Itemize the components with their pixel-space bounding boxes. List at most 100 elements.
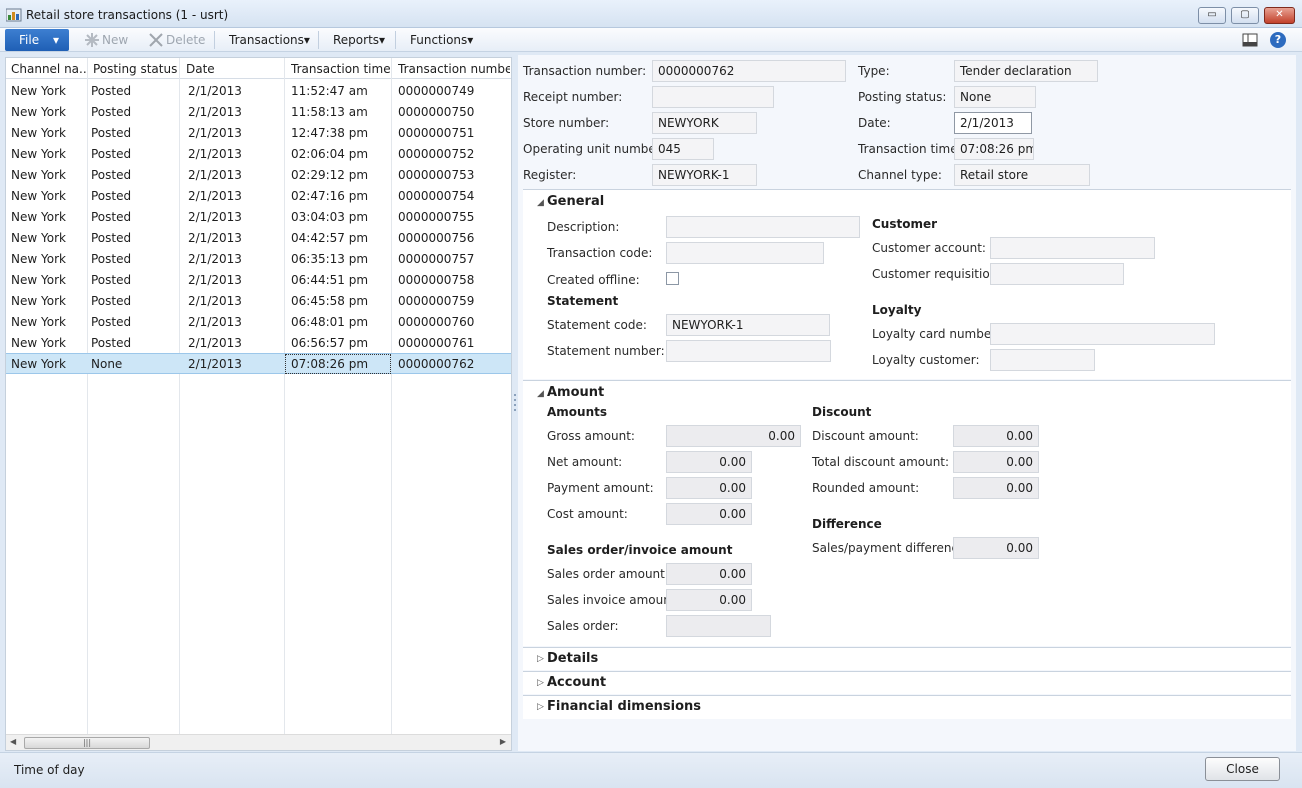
operating-unit-field[interactable]: 045 (652, 138, 714, 160)
amounts-group-title: Amounts (547, 405, 607, 419)
toolbar-separator (214, 31, 215, 49)
receipt-number-field[interactable] (652, 86, 774, 108)
loyalty-card-field[interactable] (990, 323, 1215, 345)
sales-invoice-amount-field[interactable]: 0.00 (666, 589, 752, 611)
functions-menu-button[interactable]: Functions▾ (410, 32, 473, 48)
cell-time: 02:29:12 pm (291, 168, 369, 182)
delete-button[interactable]: Delete (166, 32, 205, 48)
statement-code-field[interactable]: NEWYORK-1 (666, 314, 830, 336)
discount-amount-field[interactable]: 0.00 (953, 425, 1039, 447)
file-label: File (19, 33, 40, 47)
close-icon: ✕ (1275, 9, 1284, 20)
payment-amount-field[interactable]: 0.00 (666, 477, 752, 499)
file-menu-button[interactable]: File ▾ (5, 29, 69, 51)
help-icon[interactable]: ? (1270, 32, 1286, 48)
loyalty-group-title: Loyalty (872, 303, 922, 317)
table-row[interactable]: New York Posted 2/1/2013 06:35:13 pm 0000000… (6, 248, 511, 269)
horizontal-scrollbar[interactable]: ◀ ||| ▶ (6, 734, 511, 750)
new-button[interactable]: New (102, 32, 128, 48)
gross-amount-field[interactable]: 0.00 (666, 425, 801, 447)
statement-group-title: Statement (547, 294, 619, 308)
transaction-number-label: Transaction number: (523, 64, 647, 78)
table-row[interactable]: New York Posted 2/1/2013 06:45:58 pm 0000000… (6, 290, 511, 311)
table-row-selected[interactable]: New York None 2/1/2013 07:08:26 pm 000000076… (6, 353, 511, 374)
splitter-handle[interactable] (513, 393, 517, 413)
cell-posting-status: Posted (91, 273, 132, 287)
difference-group-title: Difference (812, 517, 882, 531)
minimize-icon: ▭ (1207, 9, 1217, 20)
date-field[interactable]: 2/1/2013 (954, 112, 1032, 134)
cell-posting-status: Posted (91, 189, 132, 203)
table-row[interactable]: New York Posted 2/1/2013 06:48:01 pm 0000000… (6, 311, 511, 332)
collapsed-icon: ▷ (537, 702, 544, 712)
net-amount-field[interactable]: 0.00 (666, 451, 752, 473)
customer-account-field[interactable] (990, 237, 1155, 259)
layout-toggle-icon[interactable] (1242, 32, 1258, 48)
account-section[interactable]: ▷ Account (523, 671, 1291, 694)
posting-status-field[interactable]: None (954, 86, 1036, 108)
table-row[interactable]: New York Posted 2/1/2013 02:06:04 pm 0000000… (6, 143, 511, 164)
statement-number-field[interactable] (666, 340, 831, 362)
scrollbar-thumb[interactable]: ||| (24, 737, 150, 749)
cell-number: 0000000751 (398, 126, 475, 140)
close-window-button[interactable]: ✕ (1264, 7, 1295, 24)
table-row[interactable]: New York Posted 2/1/2013 03:04:03 pm 0000000… (6, 206, 511, 227)
expanded-icon[interactable]: ◢ (537, 389, 544, 399)
loyalty-customer-field[interactable] (990, 349, 1095, 371)
table-row[interactable]: New York Posted 2/1/2013 02:47:16 pm 0000000… (6, 185, 511, 206)
amount-section-header[interactable]: Amount (547, 385, 604, 400)
created-offline-checkbox[interactable] (666, 272, 679, 285)
financial-dimensions-section[interactable]: ▷ Financial dimensions (523, 695, 1291, 719)
difference-field[interactable]: 0.00 (953, 537, 1039, 559)
sales-order-amount-field[interactable]: 0.00 (666, 563, 752, 585)
cell-date: 2/1/2013 (188, 168, 242, 182)
financial-dimensions-section-header: Financial dimensions (547, 699, 702, 714)
cell-time: 06:45:58 pm (291, 294, 369, 308)
table-row[interactable]: New York Posted 2/1/2013 11:52:47 am 0000000… (6, 80, 511, 101)
maximize-button[interactable]: ▢ (1231, 7, 1259, 24)
reports-menu-button[interactable]: Reports▾ (333, 32, 385, 48)
scroll-right-icon[interactable]: ▶ (500, 737, 506, 746)
sales-order-field[interactable] (666, 615, 771, 637)
table-row[interactable]: New York Posted 2/1/2013 06:56:57 pm 0000000… (6, 332, 511, 353)
description-field[interactable] (666, 216, 860, 238)
store-number-field[interactable]: NEWYORK (652, 112, 757, 134)
cell-channel: New York (11, 105, 66, 119)
cell-posting-status: Posted (91, 294, 132, 308)
table-row[interactable]: New York Posted 2/1/2013 12:47:38 pm 0000000… (6, 122, 511, 143)
cell-posting-status: Posted (91, 336, 132, 350)
column-header-transaction-number[interactable]: Transaction number (398, 62, 510, 76)
column-header-transaction-time[interactable]: Transaction time (291, 62, 391, 76)
type-field[interactable]: Tender declaration (954, 60, 1098, 82)
customer-group-title: Customer (872, 217, 938, 231)
channel-type-field[interactable]: Retail store (954, 164, 1090, 186)
table-row[interactable]: New York Posted 2/1/2013 02:29:12 pm 0000000… (6, 164, 511, 185)
cell-time: 02:47:16 pm (291, 189, 369, 203)
transactions-menu-button[interactable]: Transactions▾ (229, 32, 310, 48)
column-header-channel[interactable]: Channel na... (11, 62, 87, 76)
column-header-posting-status[interactable]: Posting status (93, 62, 179, 76)
scroll-left-icon[interactable]: ◀ (10, 737, 16, 746)
details-section[interactable]: ▷ Details (523, 647, 1291, 670)
general-section-header[interactable]: General (547, 194, 604, 209)
table-row[interactable]: New York Posted 2/1/2013 11:58:13 am 0000000… (6, 101, 511, 122)
rounded-amount-field[interactable]: 0.00 (953, 477, 1039, 499)
minimize-button[interactable]: ▭ (1198, 7, 1226, 24)
type-label: Type: (858, 64, 890, 78)
chevron-down-icon: ▾ (303, 33, 310, 47)
register-field[interactable]: NEWYORK-1 (652, 164, 757, 186)
table-row[interactable]: New York Posted 2/1/2013 04:42:57 pm 0000000… (6, 227, 511, 248)
close-button[interactable]: Close (1205, 757, 1280, 781)
table-row[interactable]: New York Posted 2/1/2013 06:44:51 pm 0000000… (6, 269, 511, 290)
column-header-date[interactable]: Date (186, 62, 284, 76)
total-discount-field[interactable]: 0.00 (953, 451, 1039, 473)
details-pane: Transaction number: 0000000762 Receipt n… (518, 55, 1296, 751)
customer-requisition-field[interactable] (990, 263, 1124, 285)
cost-amount-field[interactable]: 0.00 (666, 503, 752, 525)
transaction-time-field[interactable]: 07:08:26 pm (954, 138, 1034, 160)
cell-date: 2/1/2013 (188, 84, 242, 98)
status-bar: Time of day Close (0, 752, 1302, 788)
expanded-icon[interactable]: ◢ (537, 198, 544, 208)
transaction-number-field[interactable]: 0000000762 (652, 60, 846, 82)
transaction-code-field[interactable] (666, 242, 824, 264)
